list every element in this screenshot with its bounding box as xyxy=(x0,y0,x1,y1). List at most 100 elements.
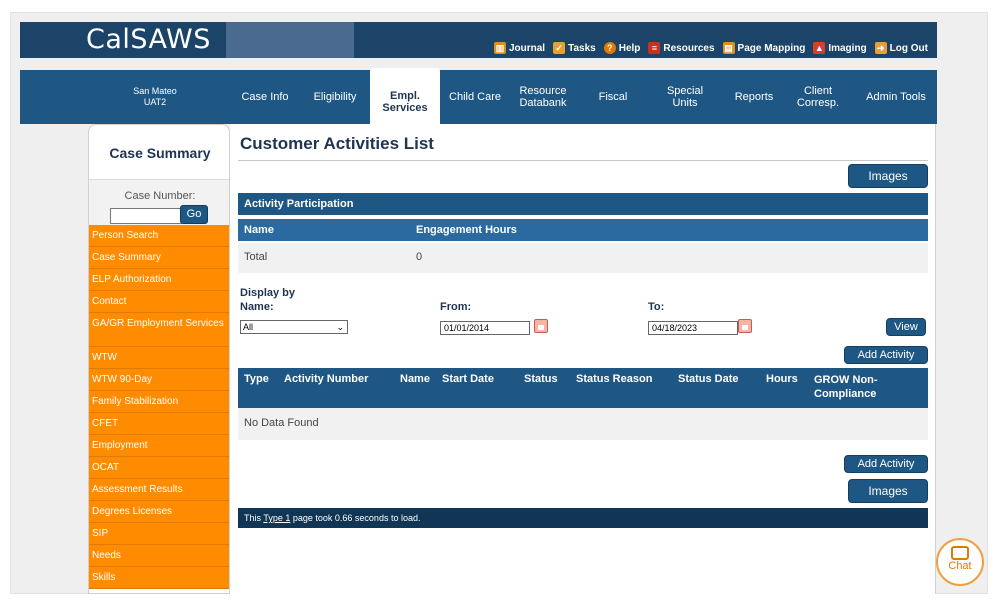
participation-total-row: Total 0 xyxy=(238,243,928,273)
sidebar-item-degrees-licenses[interactable]: Degrees Licenses xyxy=(89,501,229,523)
view-button[interactable]: View xyxy=(886,318,926,336)
tab-client-corresp[interactable]: Client Corresp. xyxy=(792,70,844,124)
sidebar-item-sip[interactable]: SIP xyxy=(89,523,229,545)
chat-button[interactable]: Chat xyxy=(936,538,984,586)
name-filter-select[interactable]: All ⌄ xyxy=(240,320,348,334)
type-1-link[interactable]: Type 1 xyxy=(263,513,290,523)
to-calendar-icon[interactable] xyxy=(738,319,752,333)
sidebar-item-wtw[interactable]: WTW xyxy=(89,347,229,369)
sidebar-item-family-stabilization[interactable]: Family Stabilization xyxy=(89,391,229,413)
calsaws-logo: CalSAWS xyxy=(86,24,211,55)
tab-empl-services-label: Empl. Services xyxy=(382,90,428,114)
tab-fiscal[interactable]: Fiscal xyxy=(588,70,638,124)
page-mapping-link[interactable]: ▤ Page Mapping xyxy=(722,42,806,54)
add-activity-button-top[interactable]: Add Activity xyxy=(844,346,928,364)
resources-link[interactable]: ≡ Resources xyxy=(648,42,715,54)
tab-child-care[interactable]: Child Care xyxy=(444,70,506,124)
footer-prefix: This xyxy=(244,513,264,523)
sidebar-item-ga-gr-employment[interactable]: GA/GR Employment Services xyxy=(89,313,229,347)
chevron-down-icon: ⌄ xyxy=(336,322,344,332)
sidebar-item-assessment-results[interactable]: Assessment Results xyxy=(89,479,229,501)
tab-case-info[interactable]: Case Info xyxy=(236,70,294,124)
go-button[interactable]: Go xyxy=(180,205,208,224)
tasks-icon: ✓ xyxy=(553,42,566,54)
col-grow-non-compliance: GROW Non-Compliance xyxy=(814,374,878,400)
tab-special-units[interactable]: Special Units xyxy=(660,70,710,124)
sidebar-title: Case Summary xyxy=(109,145,211,161)
col-status: Status xyxy=(524,373,558,385)
page-mapping-label: Page Mapping xyxy=(737,42,806,54)
help-label: Help xyxy=(618,42,641,54)
tasks-label: Tasks xyxy=(568,42,596,54)
participation-column-header: Name Engagement Hours xyxy=(238,219,928,241)
add-activity-button-bottom[interactable]: Add Activity xyxy=(844,455,928,473)
header-accent-block xyxy=(226,22,354,58)
environment-name: UAT2 xyxy=(143,97,167,107)
county-name: San Mateo xyxy=(133,86,177,96)
tab-reports[interactable]: Reports xyxy=(726,70,782,124)
imaging-label: Imaging xyxy=(828,42,867,54)
col-start-date: Start Date xyxy=(442,373,494,385)
journal-link[interactable]: ▥ Journal xyxy=(493,42,546,54)
page-mapping-icon: ▤ xyxy=(722,42,735,54)
tab-empl-services[interactable]: Empl. Services xyxy=(370,68,440,124)
col-engagement-hours-header: Engagement Hours xyxy=(416,224,517,236)
sidebar-item-person-search[interactable]: Person Search xyxy=(89,225,229,247)
tab-admin-tools[interactable]: Admin Tools xyxy=(858,70,934,124)
chat-label: Chat xyxy=(948,560,972,572)
help-icon: ? xyxy=(603,42,616,54)
tasks-link[interactable]: ✓ Tasks xyxy=(553,42,596,54)
col-activity-number: Activity Number xyxy=(284,373,369,385)
to-date-input[interactable]: 04/18/2023 xyxy=(648,321,738,335)
display-by-label: Display by xyxy=(240,287,296,299)
resources-label: Resources xyxy=(663,42,715,54)
sidebar-item-needs[interactable]: Needs xyxy=(89,545,229,567)
tab-resource-databank[interactable]: Resource Databank xyxy=(512,70,574,124)
resources-icon: ≡ xyxy=(648,42,661,54)
sidebar-item-cfet[interactable]: CFET xyxy=(89,413,229,435)
to-label: To: xyxy=(648,301,665,313)
sidebar-item-case-summary[interactable]: Case Summary xyxy=(89,247,229,269)
case-number-label: Case Number: xyxy=(124,190,196,202)
page-load-footer: This Type 1 page took 0.66 seconds to lo… xyxy=(238,508,928,528)
title-divider xyxy=(238,160,928,161)
col-type: Type xyxy=(244,373,269,385)
journal-icon: ▥ xyxy=(493,42,506,54)
from-date-input[interactable]: 01/01/2014 xyxy=(440,321,530,335)
top-links: ▥ Journal ✓ Tasks ? Help ≡ Resources ▤ Page M… xyxy=(493,42,928,54)
sidebar-menu: Person Search Case Summary ELP Authoriza… xyxy=(89,225,229,589)
logout-icon: ➜ xyxy=(874,42,887,54)
logout-label: Log Out xyxy=(889,42,928,54)
name-filter-value: All xyxy=(243,322,254,332)
imaging-link[interactable]: ▲ Imaging xyxy=(813,42,867,54)
name-filter-label: Name: xyxy=(240,301,274,313)
col-hours: Hours xyxy=(766,373,798,385)
total-value: 0 xyxy=(416,251,423,263)
journal-label: Journal xyxy=(508,42,546,54)
case-number-input[interactable] xyxy=(110,208,182,224)
sidebar-item-ocat[interactable]: OCAT xyxy=(89,457,229,479)
sidebar-item-elp-authorization[interactable]: ELP Authorization xyxy=(89,269,229,291)
col-name: Name xyxy=(400,373,430,385)
col-status-reason: Status Reason xyxy=(576,373,653,385)
sidebar-item-skills[interactable]: Skills xyxy=(89,567,229,589)
sidebar-item-wtw-90-day[interactable]: WTW 90-Day xyxy=(89,369,229,391)
sidebar-item-contact[interactable]: Contact xyxy=(89,291,229,313)
page-title: Customer Activities List xyxy=(240,134,434,153)
main-content: Customer Activities List Images Activity… xyxy=(230,124,936,594)
logout-link[interactable]: ➜ Log Out xyxy=(874,42,928,54)
sidebar-item-employment[interactable]: Employment xyxy=(89,435,229,457)
footer-suffix: page took 0.66 seconds to load. xyxy=(290,513,421,523)
images-button-top[interactable]: Images xyxy=(848,164,928,188)
help-link[interactable]: ? Help xyxy=(603,42,641,54)
no-data-row: No Data Found xyxy=(238,408,928,440)
sidebar: Case Summary Case Number: Go Person Sear… xyxy=(88,124,230,594)
tab-eligibility[interactable]: Eligibility xyxy=(304,70,366,124)
imaging-icon: ▲ xyxy=(813,42,826,54)
chat-icon xyxy=(951,546,969,560)
images-button-bottom[interactable]: Images xyxy=(848,479,928,503)
activity-participation-header: Activity Participation xyxy=(238,193,928,215)
county-environment: San Mateo UAT2 xyxy=(110,86,200,108)
from-calendar-icon[interactable] xyxy=(534,319,548,333)
col-status-date: Status Date xyxy=(678,373,739,385)
